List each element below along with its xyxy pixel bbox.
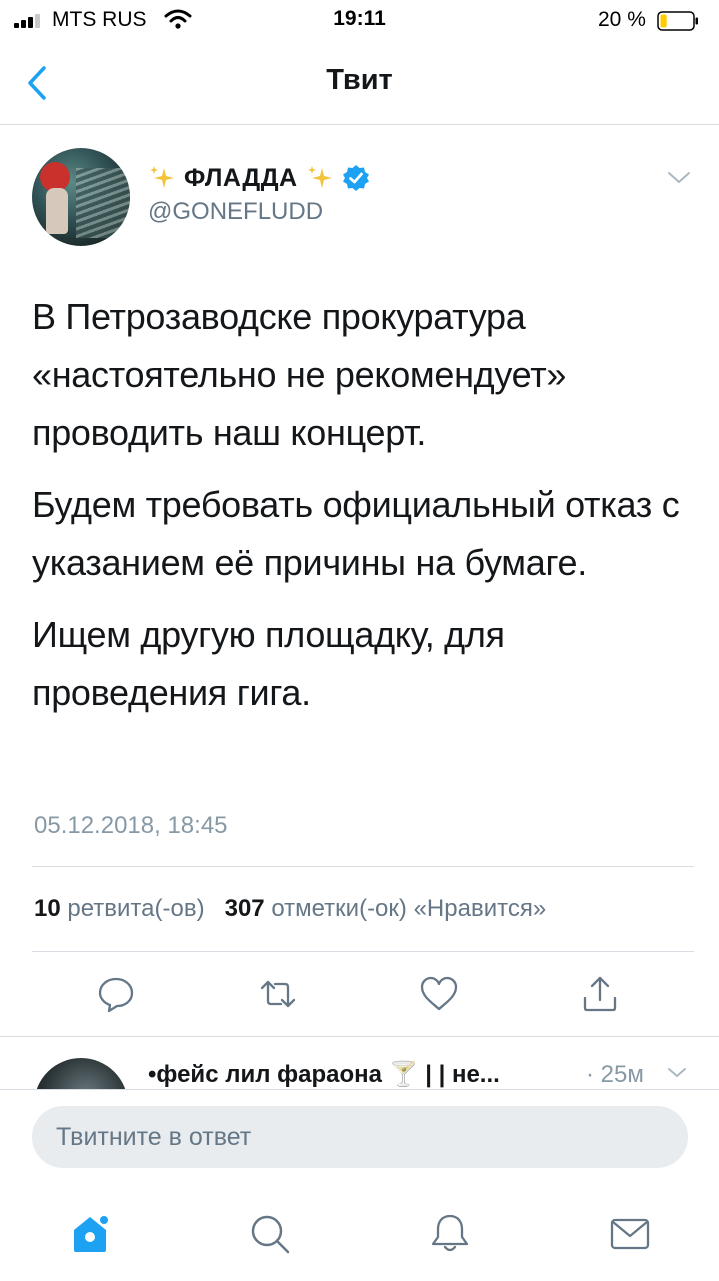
notifications-icon[interactable] — [428, 1212, 472, 1256]
author-handle[interactable]: @GONEFLUDD — [148, 198, 323, 226]
tweet-paragraph: В Петрозаводске прокуратура «настоятельн… — [32, 296, 567, 453]
sparkles-icon — [150, 166, 174, 188]
divider — [32, 951, 694, 952]
chevron-down-icon[interactable] — [666, 1066, 688, 1080]
tweet-timestamp: 05.12.2018, 18:45 — [34, 812, 228, 839]
tweet-paragraph: Ищем другую площадку, для проведения гиг… — [32, 614, 505, 713]
like-count[interactable]: 307 — [225, 895, 265, 922]
tweet-paragraph: Будем требовать официальный отказ с указ… — [32, 484, 680, 583]
author-name-row[interactable]: ФЛАДДА — [148, 160, 370, 196]
like-label[interactable]: отметки(-ок) «Нравится» — [271, 895, 546, 922]
like-icon[interactable] — [419, 974, 459, 1014]
divider — [32, 866, 694, 867]
battery-percent: 20 % — [598, 8, 646, 31]
search-icon[interactable] — [248, 1212, 292, 1256]
reply-input-placeholder[interactable]: Твитните в ответ — [56, 1123, 251, 1152]
home-icon[interactable] — [68, 1212, 112, 1256]
author-name[interactable]: ФЛАДДА — [184, 164, 298, 193]
retweet-label[interactable]: ретвита(-ов) — [67, 895, 204, 922]
tweet-text: В Петрозаводске прокуратура «настоятельн… — [32, 288, 682, 736]
reply-author-name[interactable]: •фейс лил фараона 🍸 | | не... — [148, 1060, 500, 1089]
divider — [0, 1036, 719, 1037]
battery-icon — [657, 11, 698, 31]
tweet-stats[interactable]: 10 ретвита(-ов) 307 отметки(-ок) «Нравит… — [34, 895, 546, 923]
messages-icon[interactable] — [608, 1212, 652, 1256]
status-bar: MTS RUS 19:11 20 % — [0, 0, 719, 44]
chevron-down-icon[interactable] — [666, 170, 692, 186]
navigation-bar: Твит — [0, 44, 719, 125]
share-icon[interactable] — [580, 974, 620, 1014]
sparkles-icon — [307, 166, 332, 188]
retweet-count[interactable]: 10 — [34, 895, 61, 922]
verified-badge-icon — [342, 165, 369, 191]
reply-time: · 25м — [586, 1061, 644, 1088]
retweet-icon[interactable] — [258, 974, 298, 1014]
author-avatar[interactable] — [32, 148, 130, 246]
page-title: Твит — [326, 64, 393, 96]
reply-icon[interactable] — [96, 974, 136, 1014]
